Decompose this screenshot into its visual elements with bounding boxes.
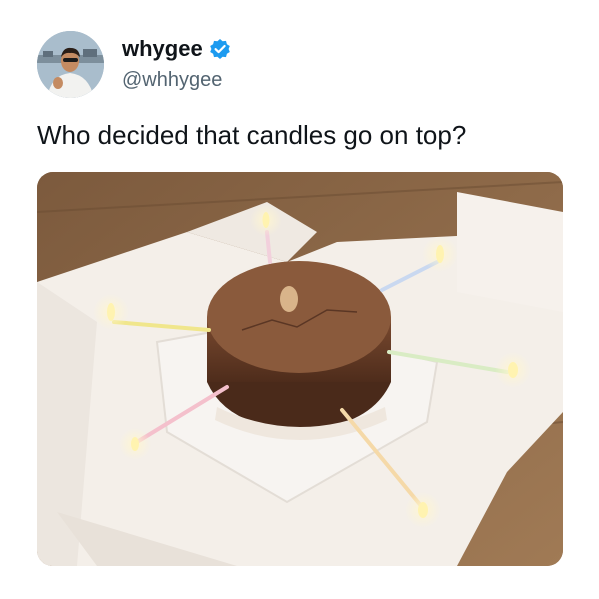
author-row: whygee — [122, 36, 231, 62]
cake-photo-illustration — [37, 172, 563, 566]
verified-badge-icon — [209, 38, 231, 60]
author-handle[interactable]: @whhygee — [122, 68, 222, 92]
tweet-card[interactable]: whygee @whhygee Who decided that candles… — [0, 0, 599, 599]
tweet-photo[interactable] — [37, 172, 563, 566]
tweet-text: Who decided that candles go on top? — [37, 120, 467, 150]
avatar[interactable] — [37, 31, 104, 98]
author-display-name[interactable]: whygee — [122, 36, 203, 62]
